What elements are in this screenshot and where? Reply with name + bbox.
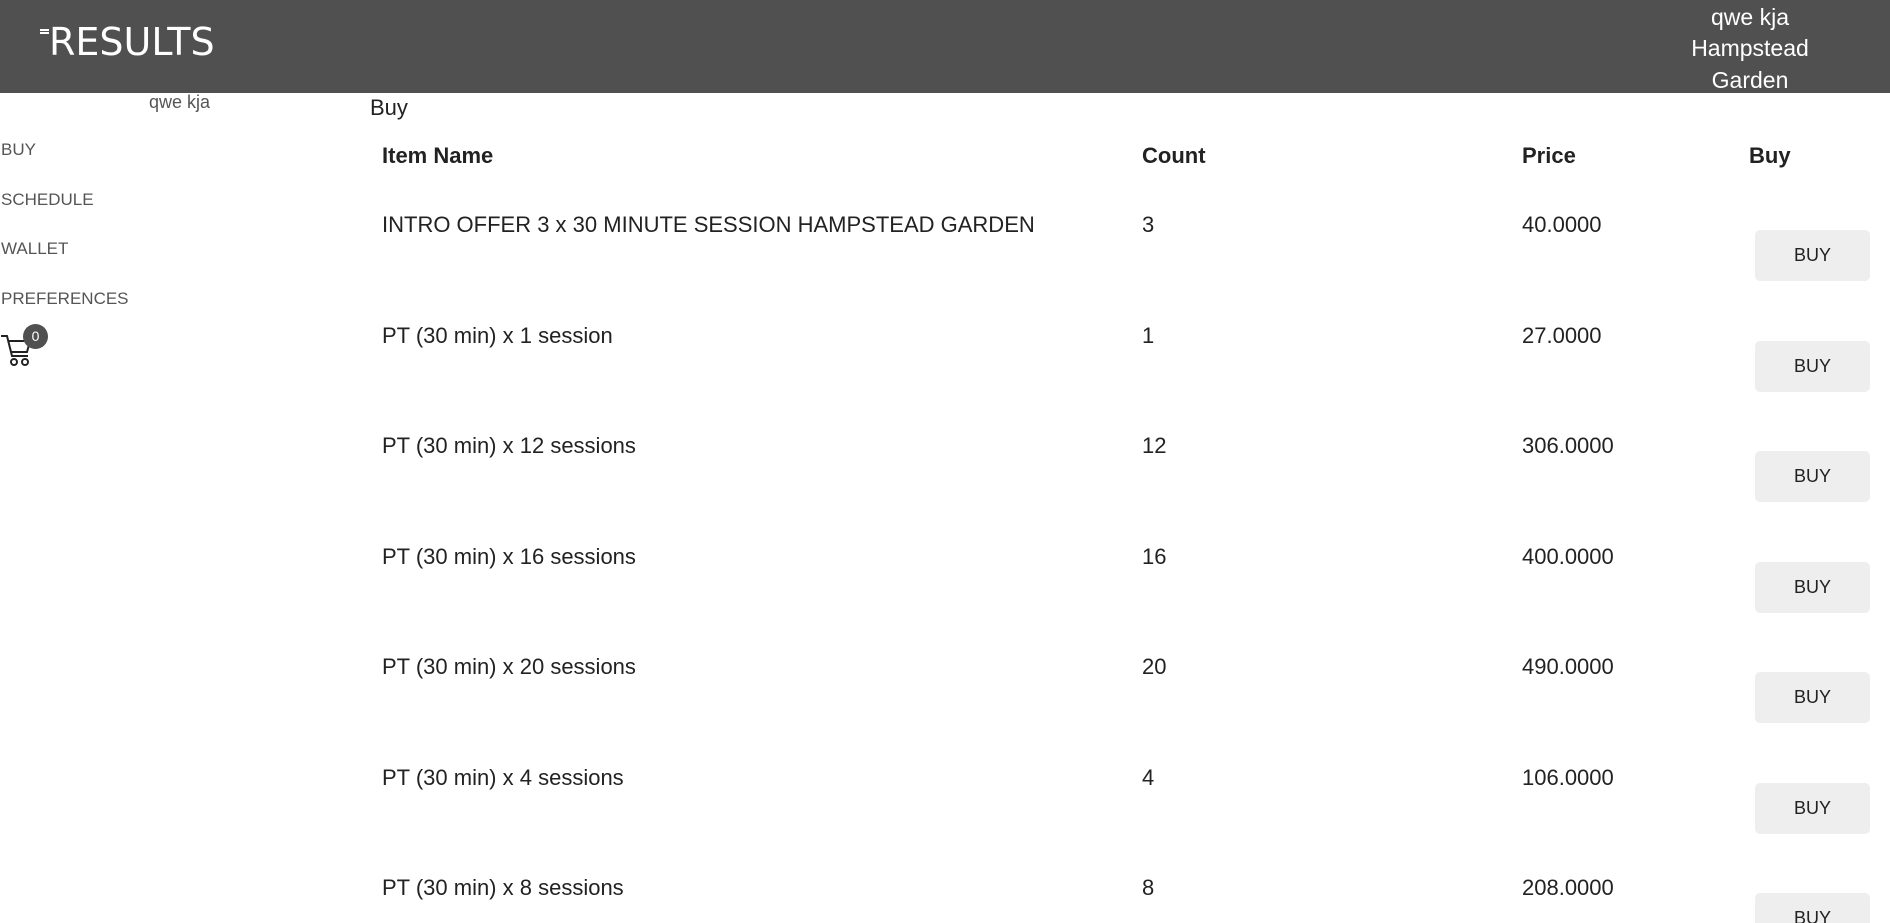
page-title: Buy: [370, 95, 408, 120]
item-name: PT (30 min) x 4 sessions: [382, 765, 624, 790]
buy-button[interactable]: BUY: [1755, 341, 1870, 392]
user-location-menu[interactable]: qwe kja Hampstead Garden: [1650, 2, 1850, 109]
caret-down-icon[interactable]: [1743, 102, 1757, 109]
item-count: 16: [1142, 544, 1167, 569]
table-row: PT (30 min) x 20 sessions 20 490.0000 BU…: [0, 653, 1890, 763]
table-row: INTRO OFFER 3 x 30 MINUTE SESSION HAMPST…: [0, 211, 1890, 321]
header-location: Hampstead Garden: [1691, 35, 1809, 93]
buy-button[interactable]: BUY: [1755, 562, 1870, 613]
logo-mark-icon: [40, 29, 49, 34]
item-price: 400.0000: [1522, 544, 1614, 569]
item-count: 3: [1142, 212, 1155, 237]
item-name: PT (30 min) x 20 sessions: [382, 654, 636, 679]
table-row: PT (30 min) x 12 sessions 12 306.0000 BU…: [0, 432, 1890, 542]
table-row: PT (30 min) x 1 session 1 27.0000 BUY: [0, 322, 1890, 432]
item-count: 12: [1142, 433, 1167, 458]
table-row: PT (30 min) x 16 sessions 16 400.0000 BU…: [0, 543, 1890, 653]
item-price: 27.0000: [1522, 323, 1602, 348]
buy-button[interactable]: BUY: [1755, 451, 1870, 502]
table-row: PT (30 min) x 4 sessions 4 106.0000 BUY: [0, 764, 1890, 874]
item-count: 1: [1142, 323, 1155, 348]
column-header-count: Count: [1142, 143, 1206, 168]
item-name: PT (30 min) x 12 sessions: [382, 433, 636, 458]
item-name: INTRO OFFER 3 x 30 MINUTE SESSION HAMPST…: [382, 212, 1035, 237]
item-name: PT (30 min) x 16 sessions: [382, 544, 636, 569]
item-price: 208.0000: [1522, 875, 1614, 900]
top-bar: RESULTS qwe kja Hampstead Garden: [0, 0, 1890, 109]
buy-button[interactable]: BUY: [1755, 783, 1870, 834]
item-count: 4: [1142, 765, 1155, 790]
column-header-buy: Buy: [1749, 143, 1791, 168]
column-header-item-name: Item Name: [382, 143, 494, 168]
item-price: 106.0000: [1522, 765, 1614, 790]
item-count: 20: [1142, 654, 1167, 679]
column-header-price: Price: [1522, 143, 1576, 168]
sidebar-item-buy[interactable]: BUY: [1, 138, 129, 188]
buy-button[interactable]: BUY: [1755, 893, 1870, 923]
table-row: PT (30 min) x 8 sessions 8 208.0000 BUY: [0, 874, 1890, 923]
item-price: 40.0000: [1522, 212, 1602, 237]
item-count: 8: [1142, 875, 1155, 900]
item-name: PT (30 min) x 1 session: [382, 323, 613, 348]
buy-button[interactable]: BUY: [1755, 230, 1870, 281]
header-user-name: qwe kja: [1711, 4, 1789, 30]
logo-text: RESULTS: [49, 20, 215, 64]
item-price: 306.0000: [1522, 433, 1614, 458]
item-price: 490.0000: [1522, 654, 1614, 679]
buy-button[interactable]: BUY: [1755, 672, 1870, 723]
results-logo[interactable]: RESULTS: [40, 20, 215, 64]
item-name: PT (30 min) x 8 sessions: [382, 875, 624, 900]
sidebar-user-name: qwe kja: [149, 92, 211, 112]
